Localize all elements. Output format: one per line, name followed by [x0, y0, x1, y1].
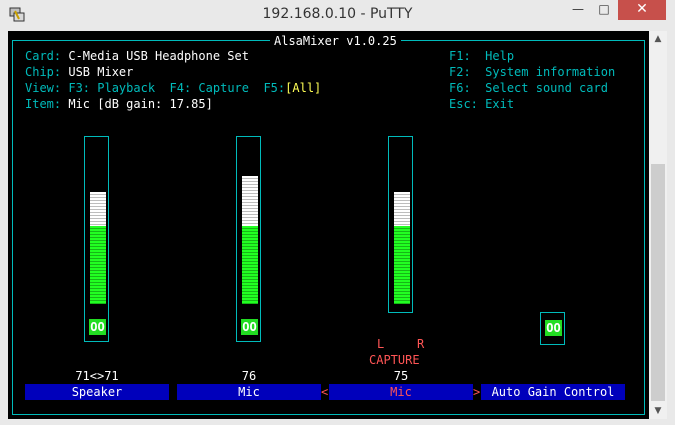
alsamixer-title: AlsaMixer v1.0.25 [270, 34, 401, 48]
auto-gain-switch[interactable]: OO [545, 320, 562, 336]
mic-capture-label[interactable]: Mic [329, 384, 473, 400]
mic-playback-mute-switch[interactable]: OO [241, 319, 258, 335]
help-line-3: F6: Select sound card [449, 81, 608, 95]
capture-right-flag: R [417, 337, 425, 351]
window-frame-left [0, 31, 8, 425]
scroll-thumb[interactable] [651, 164, 665, 401]
mic-playback-slider[interactable]: OO [236, 136, 261, 342]
help-text: Select sound card [485, 81, 608, 95]
mic-playback-level-white [242, 176, 258, 226]
view-playback: F3: Playback [68, 81, 156, 95]
help-key: Esc: [449, 97, 478, 111]
title-bar[interactable]: 192.168.0.10 - PuTTY — □ ✕ [0, 0, 675, 31]
mic-capture-level-green [394, 226, 410, 304]
card-label: Card: [25, 49, 62, 63]
scroll-down-arrow-icon[interactable]: ▼ [649, 403, 667, 419]
help-text: Exit [485, 97, 515, 111]
window-frame-right [667, 31, 675, 425]
auto-gain-control-label[interactable]: Auto Gain Control [481, 384, 625, 400]
capture-left-flag: L [377, 337, 385, 351]
minimize-button[interactable]: — [565, 0, 591, 20]
view-capture: F4: Capture [169, 81, 249, 95]
auto-gain-switch-box[interactable]: OO [540, 312, 565, 345]
help-text: System information [485, 65, 616, 79]
mic-playback-level-green [242, 226, 258, 304]
help-line-2: F2: System information [449, 65, 615, 79]
card-value: C-Media USB Headphone Set [68, 49, 249, 63]
chip-line: Chip: USB Mixer [25, 65, 133, 79]
speaker-label[interactable]: Speaker [25, 384, 169, 400]
help-line-1: F1: Help [449, 49, 514, 63]
help-key: F2: [449, 65, 471, 79]
mic-capture-value: 75 [393, 369, 409, 383]
view-all: [All] [285, 81, 322, 95]
item-line: Item: Mic [dB gain: 17.85] [25, 97, 213, 111]
speaker-value: 71<>71 [75, 369, 119, 383]
item-value: Mic [dB gain: 17.85] [68, 97, 213, 111]
close-button[interactable]: ✕ [618, 0, 666, 20]
item-label: Item: [25, 97, 62, 111]
maximize-button[interactable]: □ [591, 0, 617, 20]
terminal-area[interactable]: AlsaMixer v1.0.25 Card: C-Media USB Head… [8, 31, 649, 419]
card-line: Card: C-Media USB Headphone Set [25, 49, 249, 63]
speaker-volume-slider[interactable]: OO [84, 136, 109, 342]
mic-capture-level-white [394, 192, 410, 226]
speaker-mute-switch[interactable]: OO [89, 319, 106, 335]
view-label: View: [25, 81, 62, 95]
help-key: F1: [449, 49, 471, 63]
help-text: Help [485, 49, 515, 63]
chip-value: USB Mixer [68, 65, 134, 79]
scroll-up-arrow-icon[interactable]: ▲ [649, 31, 667, 47]
selection-left-marker: < [321, 385, 329, 399]
window-frame-bottom [0, 419, 675, 425]
view-all-key: F5: [263, 81, 286, 95]
capture-label: CAPTURE [369, 353, 420, 367]
mic-capture-slider[interactable] [388, 136, 413, 313]
mic-playback-label[interactable]: Mic [177, 384, 321, 400]
speaker-level-green [90, 226, 106, 304]
view-line: View: F3: Playback F4: Capture F5:[All] [25, 81, 321, 95]
chip-label: Chip: [25, 65, 62, 79]
selection-right-marker: > [473, 385, 481, 399]
speaker-level-white [90, 192, 106, 226]
vertical-scrollbar[interactable]: ▲ ▼ [649, 31, 667, 419]
mic-playback-value: 76 [241, 369, 257, 383]
help-line-4: Esc: Exit [449, 97, 514, 111]
help-key: F6: [449, 81, 471, 95]
